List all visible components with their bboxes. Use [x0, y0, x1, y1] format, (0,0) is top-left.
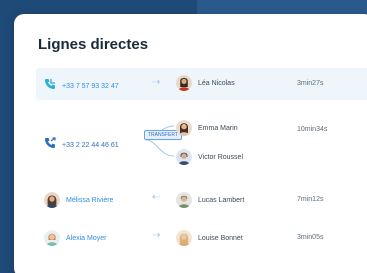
call-row-transfer[interactable]: +33 2 22 44 46 61 TRANSFERT Emma Marin V…	[36, 118, 367, 172]
agent-cell: Emma Marin	[176, 120, 238, 136]
avatar	[176, 120, 192, 136]
call-direction-icon: ⇢	[152, 230, 161, 241]
avatar	[176, 192, 192, 208]
agent-name: Lucas Lambert	[198, 196, 245, 204]
phone-number: +33 2 22 44 46 61	[62, 141, 119, 149]
caller-cell: Mélissa Rivière	[44, 192, 113, 208]
call-duration: 7min12s	[297, 196, 324, 203]
background-panel	[197, 0, 367, 14]
caller-name: Mélissa Rivière	[66, 196, 114, 204]
call-direction-icon: ⇠	[152, 192, 161, 203]
card-title: Lignes directes	[38, 36, 149, 53]
transfer-call-icon	[44, 136, 56, 154]
agent-name: Emma Marin	[198, 124, 238, 132]
agent-name: Louise Bonnet	[198, 234, 243, 242]
caller-cell: Alexia Moyer	[44, 230, 106, 246]
agent-name: Victor Roussel	[198, 153, 244, 161]
avatar	[44, 192, 60, 208]
avatar	[44, 230, 60, 246]
call-duration: 3min27s	[297, 80, 324, 87]
call-row[interactable]: +33 7 57 93 32 47 ⇢ Léa Nicolas 3min27s	[36, 68, 367, 100]
agent-cell: Louise Bonnet	[176, 230, 243, 246]
phone-number: +33 7 57 93 32 47	[62, 82, 119, 90]
agent-cell: Lucas Lambert	[176, 192, 244, 208]
call-row[interactable]: Mélissa Rivière ⇠ Lucas Lambert 7min12s	[36, 188, 367, 212]
caller-name: Alexia Moyer	[66, 234, 107, 242]
call-duration: 10min34s	[297, 126, 328, 133]
call-row[interactable]: Alexia Moyer ⇢ Louise Bonnet 3min05s	[36, 226, 367, 250]
caller-cell: +33 7 57 93 32 47	[44, 77, 119, 95]
agent-name: Léa Nicolas	[198, 79, 235, 87]
avatar	[176, 149, 192, 165]
avatar	[176, 75, 192, 91]
call-direction-icon: ⇢	[152, 77, 161, 88]
agent-cell: Victor Roussel	[176, 149, 243, 165]
direct-lines-card: Lignes directes +33 7 57 93 32 47 ⇢ Léa …	[14, 14, 367, 273]
caller-cell: +33 2 22 44 46 61	[44, 136, 119, 154]
avatar	[176, 230, 192, 246]
incoming-call-icon	[44, 77, 56, 95]
agent-cell: Léa Nicolas	[176, 75, 235, 91]
call-duration: 3min05s	[297, 234, 324, 241]
